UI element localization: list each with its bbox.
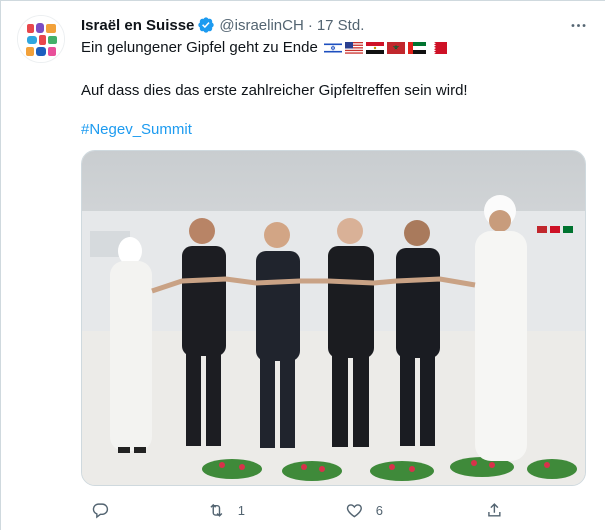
heart-icon	[346, 503, 362, 518]
avatar[interactable]	[17, 15, 65, 63]
tweet-text-line1: Ein gelungener Gipfel geht zu Ende	[81, 38, 447, 58]
israel-flag-icon	[323, 42, 342, 54]
reply-button[interactable]	[91, 498, 122, 522]
tweet-text-line2: Auf dass dies das erste zahlreicher Gipf…	[81, 82, 468, 99]
bahrain-flag-icon	[428, 42, 447, 54]
retweet-count: 1	[237, 502, 245, 518]
display-name[interactable]: Israël en Suisse	[81, 17, 194, 34]
tweet-header: Israël en Suisse @israelinCH · 17 Std.	[81, 15, 364, 35]
share-button[interactable]	[485, 498, 504, 522]
verified-badge-icon	[197, 16, 215, 34]
reply-icon	[92, 503, 109, 519]
morocco-flag-icon	[386, 42, 405, 54]
timestamp[interactable]: 17 Std.	[317, 17, 365, 34]
flag-emojis	[323, 42, 447, 54]
egypt-flag-icon	[365, 42, 384, 54]
tweet-actions: 1 6	[81, 498, 586, 522]
uae-flag-icon	[407, 42, 426, 54]
usa-flag-icon	[344, 42, 363, 54]
like-count: 6	[375, 502, 383, 518]
summit-photo-image	[82, 151, 585, 485]
separator-dot: ·	[307, 16, 313, 34]
israel-logo-icon	[18, 16, 64, 62]
tweet-card[interactable]: Israël en Suisse @israelinCH · 17 Std. E…	[0, 0, 605, 530]
more-dots-icon[interactable]	[564, 11, 592, 39]
like-button[interactable]: 6	[345, 498, 383, 522]
share-icon	[488, 502, 501, 517]
retweet-icon	[210, 503, 223, 517]
retweet-button[interactable]: 1	[207, 498, 245, 522]
hashtag-link[interactable]: #Negev_Summit	[81, 120, 192, 140]
tweet-text: Ein gelungener Gipfel geht zu Ende	[81, 39, 318, 56]
tweet-photo[interactable]	[81, 150, 586, 486]
user-handle[interactable]: @israelinCH	[219, 17, 303, 34]
